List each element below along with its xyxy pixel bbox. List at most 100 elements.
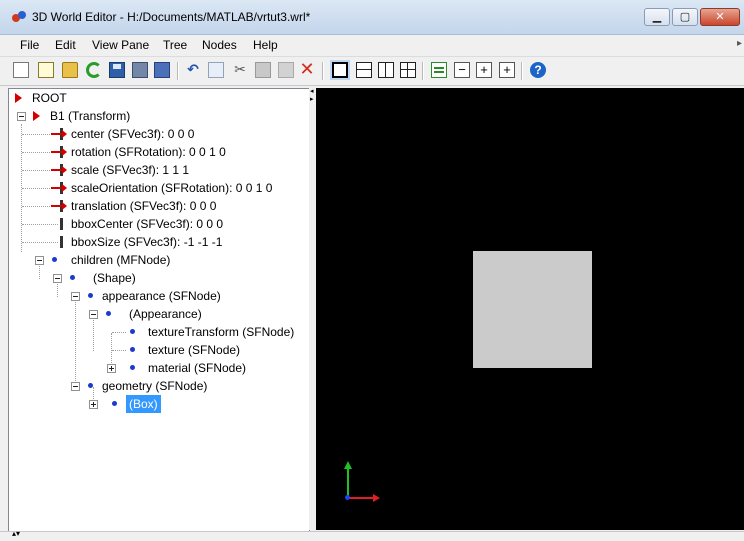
tree-item-bbox-size[interactable]: bboxSize (SFVec3f): -1 -1 -1 [9,233,307,251]
splitter-right-arrow-icon[interactable]: ▸ [310,95,314,103]
paste-icon[interactable] [255,62,271,78]
menu-file[interactable]: File [20,38,39,52]
tree-item-bbox-center[interactable]: bboxCenter (SFVec3f): 0 0 0 [9,215,307,233]
tree-item-material[interactable]: material (SFNode) [9,359,307,377]
splitter-left-arrow-icon[interactable]: ◂ [310,87,314,95]
toolbar-separator [422,62,424,80]
menu-help[interactable]: Help [253,38,278,52]
export-icon[interactable] [154,62,170,78]
maximize-icon: ▢ [679,11,691,23]
tree-item-root[interactable]: ROOT [9,89,307,107]
undo-icon[interactable]: ↶ [185,62,201,78]
node-dot-icon [88,293,93,298]
save-as-icon[interactable] [132,62,148,78]
node-dot-icon [88,383,93,388]
minimize-button[interactable]: ▁ [644,8,670,26]
expand-toggle-icon[interactable] [89,400,98,409]
pane-splitter[interactable]: ◂ ▸ [309,88,315,530]
exposed-field-icon [51,128,67,140]
box-shape[interactable] [473,251,592,368]
menu-overflow-icon: ▸ [736,38,742,49]
expand-toggle-icon[interactable] [107,364,116,373]
exposed-field-icon [51,146,67,158]
tree-item-shape[interactable]: (Shape) [9,269,307,287]
tree-item-label: (Shape) [93,271,136,285]
cut-icon[interactable]: ✂ [232,62,248,78]
menu-view-pane[interactable]: View Pane [92,38,149,52]
3d-viewport[interactable] [316,88,744,530]
tree-item-label: scaleOrientation (SFRotation): 0 0 1 0 [71,181,273,195]
collapse-arrows-icon[interactable]: ▴▾ [12,529,20,538]
single-view-icon[interactable] [332,62,348,78]
maximize-button[interactable]: ▢ [672,8,698,26]
collapse-toggle-icon[interactable] [89,310,98,319]
node-triangle-icon [15,93,22,103]
toolbar-separator [521,62,523,80]
tree-item-translation[interactable]: translation (SFVec3f): 0 0 0 [9,197,307,215]
tree-item-label: material (SFNode) [148,361,247,375]
tree-item-box[interactable]: (Box) [9,395,307,413]
node-dot-icon [106,311,111,316]
field-icon [57,236,65,248]
tree-item-b1-transform[interactable]: B1 (Transform) [9,107,307,125]
scene-tree[interactable]: ROOT B1 (Transform) center (SFVec3f): 0 … [8,88,310,532]
node-dot-icon [112,401,117,406]
exposed-field-icon [51,182,67,194]
collapse-toggle-icon[interactable] [17,112,26,121]
tree-item-label: (Appearance) [129,307,202,321]
menu-bar: File Edit View Pane Tree Nodes Help ▸ [0,35,744,55]
tree-item-geometry[interactable]: geometry (SFNode) [9,377,307,395]
menu-tree[interactable]: Tree [163,38,187,52]
tree-item-center[interactable]: center (SFVec3f): 0 0 0 [9,125,307,143]
tree-item-label: scale (SFVec3f): 1 1 1 [71,163,190,177]
new-from-template-icon[interactable] [38,62,54,78]
toolbar-separator [322,62,324,80]
tree-item-appearance-node[interactable]: (Appearance) [9,305,307,323]
window-title: 3D World Editor - H:/Documents/MATLAB/vr… [32,10,311,24]
new-icon[interactable] [13,62,29,78]
split-vertical-icon[interactable] [378,62,394,78]
tree-item-label: textureTransform (SFNode) [148,325,295,339]
open-icon[interactable] [62,62,78,78]
toolbar: ↶ ✂ ✕ − + + ? [0,56,744,86]
tree-item-children[interactable]: children (MFNode) [9,251,307,269]
quad-view-icon[interactable] [400,62,416,78]
tree-item-label: texture (SFNode) [148,343,241,357]
paste-special-icon[interactable] [278,62,294,78]
reload-icon[interactable] [86,62,102,78]
help-icon[interactable]: ? [530,62,546,78]
axes-indicator-icon [344,460,384,502]
tree-item-label: geometry (SFNode) [102,379,208,393]
collapse-toggle-icon[interactable] [71,292,80,301]
tree-item-scale[interactable]: scale (SFVec3f): 1 1 1 [9,161,307,179]
expand-all-icon[interactable]: + [499,62,515,78]
tree-item-appearance-field[interactable]: appearance (SFNode) [9,287,307,305]
tree-item-texture-transform[interactable]: textureTransform (SFNode) [9,323,307,341]
menu-edit[interactable]: Edit [55,38,76,52]
save-icon[interactable] [109,62,125,78]
menu-nodes[interactable]: Nodes [202,38,237,52]
collapse-icon[interactable]: − [454,62,470,78]
collapse-toggle-icon[interactable] [35,256,44,265]
tree-item-label: children (MFNode) [71,253,171,267]
tree-item-label: appearance (SFNode) [102,289,221,303]
node-dot-icon [130,329,135,334]
tree-item-texture[interactable]: texture (SFNode) [9,341,307,359]
copy-icon[interactable] [208,62,224,78]
close-button[interactable]: ✕ [700,8,740,26]
tree-item-label: ROOT [32,91,67,105]
node-dot-icon [130,365,135,370]
expand-icon[interactable]: + [476,62,492,78]
delete-icon[interactable]: ✕ [299,60,315,78]
tree-item-scale-orientation[interactable]: scaleOrientation (SFRotation): 0 0 1 0 [9,179,307,197]
tree-item-label: center (SFVec3f): 0 0 0 [71,127,195,141]
minimize-icon: ▁ [652,11,662,23]
tree-item-rotation[interactable]: rotation (SFRotation): 0 0 1 0 [9,143,307,161]
collapse-toggle-icon[interactable] [53,274,62,283]
split-horizontal-icon[interactable] [356,62,372,78]
show-text-icon[interactable] [431,62,447,78]
node-dot-icon [52,257,57,262]
collapse-toggle-icon[interactable] [71,382,80,391]
node-dot-icon [70,275,75,280]
title-bar: 3D World Editor - H:/Documents/MATLAB/vr… [0,0,744,35]
